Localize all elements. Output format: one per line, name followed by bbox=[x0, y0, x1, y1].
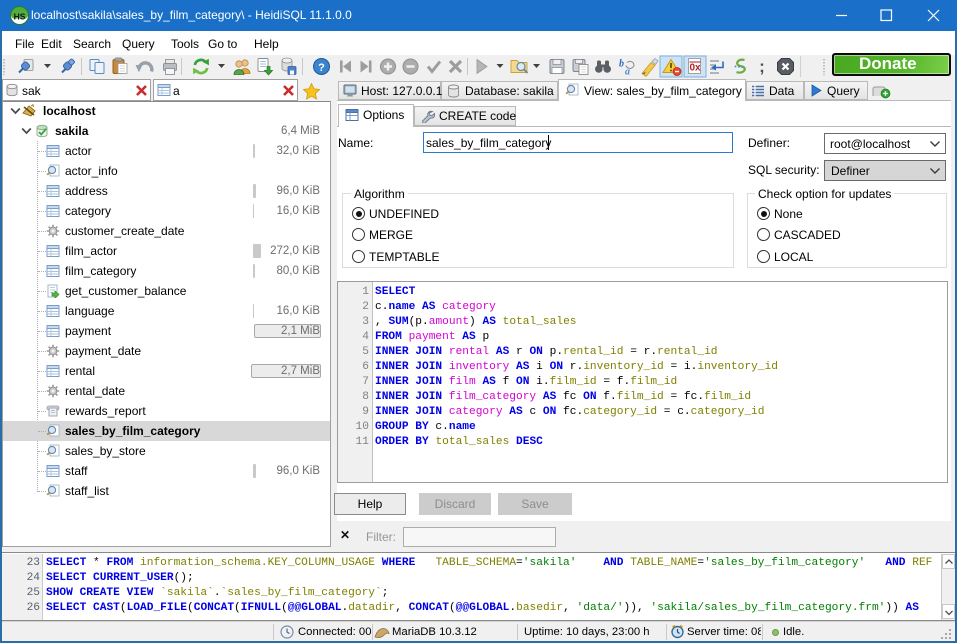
svg-text:;: ; bbox=[759, 57, 765, 76]
svg-text:?: ? bbox=[318, 62, 325, 74]
svg-text:HS: HS bbox=[14, 12, 26, 22]
svg-text:0x: 0x bbox=[689, 63, 701, 74]
svg-text:b: b bbox=[619, 59, 624, 70]
